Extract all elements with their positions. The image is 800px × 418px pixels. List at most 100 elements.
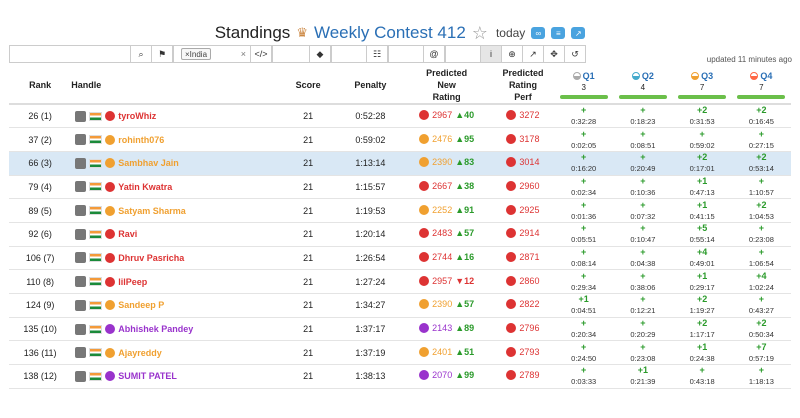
handle-cell: Abhishek Pandey	[71, 317, 278, 342]
table-row[interactable]: 106 (7) Dhruv Pasricha 21 1:26:54 2744 ▲16 287…	[9, 246, 791, 271]
code-icon[interactable]: </>	[250, 45, 272, 63]
tag-input[interactable]	[331, 45, 367, 63]
table-row[interactable]: 92 (6) Ravi 21 1:20:14 2483 ▲57 2914 +0:05:51 +0…	[9, 222, 791, 247]
user-input[interactable]	[445, 45, 481, 63]
attempts-label: +	[640, 341, 646, 352]
search-input[interactable]	[9, 45, 131, 63]
avatar[interactable]	[75, 323, 87, 335]
score-header[interactable]: Score	[277, 67, 340, 105]
handle-link[interactable]: Abhishek Pandey	[118, 324, 193, 334]
handle-header[interactable]: Handle	[71, 67, 278, 105]
avatar[interactable]	[75, 134, 87, 146]
india-flag-icon	[89, 324, 103, 334]
question-result-cell: +0:05:51	[554, 222, 614, 247]
score-cell: 21	[277, 104, 340, 129]
rank-header[interactable]: Rank	[9, 67, 72, 105]
score-cell: 21	[277, 340, 340, 366]
predicted-new-rating-header[interactable]: Predicted New Rating	[401, 67, 492, 105]
solve-progress-bar	[678, 95, 727, 99]
rating-circle-icon	[419, 110, 430, 121]
table-row[interactable]: 79 (4) Yatin Kwatra 21 1:15:57 2667 ▲38 2960 +0…	[9, 175, 791, 200]
attempts-label: +	[581, 105, 587, 116]
q1-header[interactable]: Q1 3	[554, 67, 614, 105]
avatar[interactable]	[75, 181, 87, 193]
question-result-cell: +2 0:53:14	[731, 151, 791, 176]
q3-header[interactable]: Q3 7	[672, 67, 732, 105]
table-row[interactable]: 124 (9) Sandeep P 21 1:34:27 2390 ▲57 2822 +1 0:…	[9, 293, 791, 318]
avatar[interactable]	[75, 370, 87, 382]
rating-circle-icon	[419, 251, 430, 262]
language-input[interactable]	[272, 45, 310, 63]
rating-circle-icon	[105, 229, 116, 240]
question-solve-count: 7	[699, 83, 705, 92]
handle-link[interactable]: lilPeep	[118, 277, 147, 287]
rating-circle-icon	[419, 299, 430, 310]
expand-icon[interactable]: ✥	[543, 45, 565, 63]
avatar[interactable]	[75, 110, 87, 122]
avatar[interactable]	[75, 347, 87, 359]
link-icon[interactable]: ∞	[531, 27, 546, 39]
table-row[interactable]: 136 (11) Ajayreddy 21 1:37:19 2401 ▲51 2793 +0:…	[9, 340, 791, 366]
info-icon[interactable]: i	[480, 45, 502, 63]
q2-header[interactable]: Q2 4	[613, 67, 673, 105]
avatar[interactable]	[75, 276, 87, 288]
attempts-label: +	[699, 365, 705, 376]
handle-link[interactable]: SUMIT PATEL	[118, 371, 177, 381]
history-icon[interactable]: ↺	[564, 45, 586, 63]
flag-icon[interactable]: ⚑	[151, 45, 173, 63]
handle-link[interactable]: tyroWhiz	[118, 111, 156, 121]
at-icon[interactable]: @	[423, 45, 445, 63]
table-row[interactable]: 138 (12) SUMIT PATEL 21 1:38:13 2070 ▲99 2789 +…	[9, 364, 791, 389]
handle-link[interactable]: Sambhav Jain	[118, 158, 179, 168]
table-row[interactable]: 37 (2) rohinth076 21 0:59:02 2476 ▲95 3178 +0:0…	[9, 127, 791, 152]
question-result-cell: +0:10:47	[613, 222, 673, 247]
avatar[interactable]	[75, 299, 87, 311]
handle-link[interactable]: Dhruv Pasricha	[118, 253, 184, 263]
avatar[interactable]	[75, 157, 87, 169]
attempts-label: +	[758, 128, 764, 139]
database-input[interactable]	[388, 45, 424, 63]
table-row[interactable]: 66 (3) Sambhav Jain 21 1:13:14 2390 ▲83 3014 +0…	[9, 151, 791, 176]
solve-time: 0:01:36	[571, 211, 597, 221]
target-icon[interactable]: ⊕	[501, 45, 523, 63]
handle-link[interactable]: Ajayreddy	[118, 348, 162, 358]
country-filter[interactable]: × India ×	[173, 45, 251, 63]
handle-link[interactable]: Satyam Sharma	[118, 206, 186, 216]
country-tag[interactable]: × India	[181, 48, 212, 60]
avatar[interactable]	[75, 252, 87, 264]
table-row[interactable]: 135 (10) Abhishek Pandey 21 1:37:17 2143 ▲89 2…	[9, 317, 791, 342]
table-row[interactable]: 89 (5) Satyam Sharma 21 1:19:53 2252 ▲91 2925 +…	[9, 198, 791, 223]
avatar[interactable]	[75, 228, 87, 240]
handle-link[interactable]: Ravi	[118, 229, 137, 239]
solve-time: 0:02:34	[571, 187, 597, 197]
chart-icon[interactable]: ↗	[522, 45, 544, 63]
rating-circle-icon	[419, 180, 430, 191]
table-row[interactable]: 26 (1) tyroWhiz 21 0:52:28 2967 ▲40 3272 +0:32:…	[9, 104, 791, 129]
difficulty-dot	[572, 72, 581, 80]
handle-link[interactable]: Yatin Kwatra	[118, 182, 172, 192]
rating-circle-icon	[419, 228, 430, 239]
q4-header[interactable]: Q4 7	[731, 67, 791, 105]
handle-link[interactable]: Sandeep P	[118, 300, 164, 310]
search-icon[interactable]: ⌕	[130, 45, 152, 63]
avatar[interactable]	[75, 205, 87, 217]
predicted-perf-header[interactable]: Predicted Rating Perf	[491, 67, 555, 105]
solve-time: 0:23:08	[630, 353, 656, 363]
list-icon[interactable]: ≡	[551, 27, 566, 39]
rating-circle-icon	[419, 133, 430, 144]
database-icon[interactable]: ☷	[366, 45, 388, 63]
attempts-label: +	[581, 128, 587, 139]
tag-icon[interactable]: ◆	[309, 45, 331, 63]
contest-link[interactable]: Weekly Contest 412	[314, 23, 466, 43]
rating-delta: ▲38	[455, 180, 475, 191]
star-icon[interactable]: ☆	[472, 23, 488, 44]
rating-circle-icon	[105, 324, 116, 335]
rank-cell: 37 (2)	[9, 127, 72, 152]
clear-icon[interactable]: ×	[241, 49, 246, 59]
attempts-label: +	[581, 175, 587, 186]
table-row[interactable]: 110 (8) lilPeep 21 1:27:24 2957 ▼12 2860 +0:29:…	[9, 269, 791, 294]
external-link-icon[interactable]: ↗	[571, 27, 586, 39]
attempts-label: +	[581, 223, 587, 234]
handle-link[interactable]: rohinth076	[118, 135, 164, 145]
penalty-header[interactable]: Penalty	[339, 67, 402, 105]
